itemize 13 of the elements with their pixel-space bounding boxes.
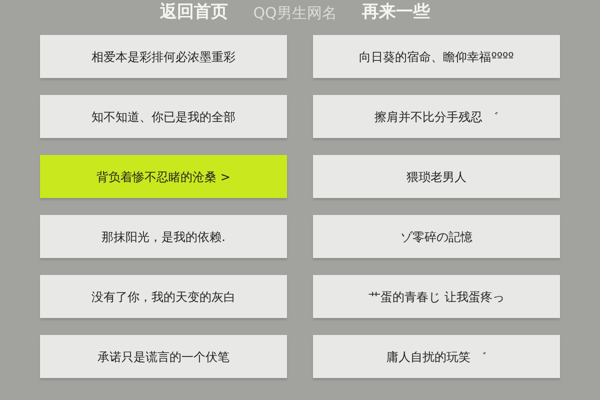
name-button[interactable]: ゾ零碎の記憶: [313, 215, 560, 258]
name-button[interactable]: 背负着惨不忍睹的沧桑 >: [40, 155, 287, 198]
name-button[interactable]: 艹蛋的青春じ 让我蛋疼っ: [313, 275, 560, 318]
page-title: QQ男生网名: [253, 2, 337, 24]
name-button[interactable]: 猥琐老男人: [313, 155, 560, 198]
name-button[interactable]: 向日葵的宿命、瞻仰幸福ºººº: [313, 35, 560, 78]
name-button[interactable]: 知不知道、你已是我的全部: [40, 95, 287, 138]
name-button[interactable]: 擦肩并不比分手残忍 ゛: [313, 95, 560, 138]
name-button[interactable]: 庸人自扰的玩笑 ゛: [313, 335, 560, 378]
name-button[interactable]: 没有了你，我的天变的灰白: [40, 275, 287, 318]
name-button[interactable]: 承诺只是谎言的一个伏笔: [40, 335, 287, 378]
name-button[interactable]: 那抹阳光，是我的依赖.: [40, 215, 287, 258]
name-button[interactable]: 相爱本是彩排何必浓墨重彩: [40, 35, 287, 78]
